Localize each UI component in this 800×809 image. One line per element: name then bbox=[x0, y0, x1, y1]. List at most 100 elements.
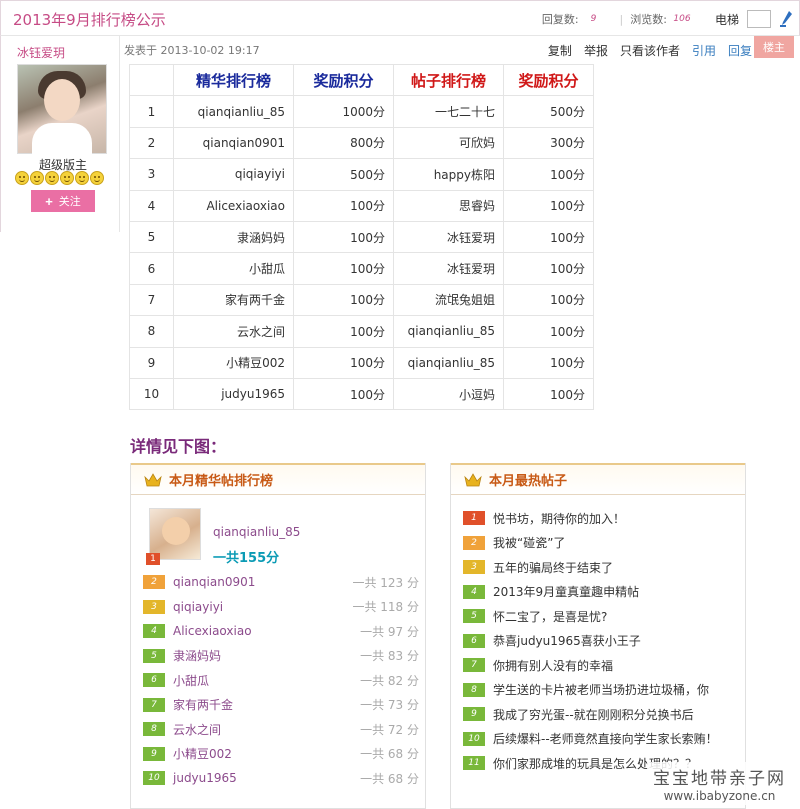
table-cell: 小精豆002 bbox=[173, 346, 294, 379]
table-cell: 800分 bbox=[293, 126, 394, 160]
avatar-face bbox=[162, 517, 190, 545]
rank-badge: 4 bbox=[463, 584, 485, 599]
table-cell: 300分 bbox=[503, 126, 594, 160]
post-link[interactable]: 怀二宝了，是喜是忧? bbox=[493, 608, 607, 625]
list-item: 3 qiqiayiyi 一共 118 分 bbox=[143, 595, 419, 620]
post-link[interactable]: 你拥有别人没有的幸福 bbox=[493, 657, 613, 674]
quote-link[interactable]: 引用 bbox=[692, 42, 716, 59]
elevator-input[interactable] bbox=[747, 10, 771, 28]
list-item: 2 qianqian0901 一共 123 分 bbox=[143, 570, 419, 595]
copy-link[interactable]: 复制 bbox=[548, 42, 572, 59]
rank-badge: 5 bbox=[463, 609, 485, 624]
list-item: 1 悦书坊，期待你的加入！ bbox=[463, 506, 743, 531]
replies-label: 回复数: bbox=[541, 13, 579, 26]
table-cell: 100分 bbox=[503, 346, 594, 379]
post-link[interactable]: 五年的骗局终于结束了 bbox=[493, 559, 613, 576]
list-item: 6 小甜瓜 一共 82 分 bbox=[143, 668, 419, 693]
table-cell: 1 bbox=[129, 95, 174, 128]
rank-badge: 6 bbox=[143, 673, 165, 688]
list-item-name[interactable]: 小精豆002 bbox=[173, 745, 345, 762]
list-item: 9 小精豆002 一共 68 分 bbox=[143, 742, 419, 767]
follow-button[interactable]: + 关注 bbox=[31, 190, 95, 212]
report-link[interactable]: 举报 bbox=[584, 42, 608, 59]
table-cell: 100分 bbox=[503, 252, 594, 285]
table-cell: qianqianliu_85 bbox=[173, 95, 294, 128]
list-item: 7 家有两千金 一共 73 分 bbox=[143, 693, 419, 718]
rank-badge: 8 bbox=[143, 722, 165, 737]
author-name[interactable]: 冰钰爱玥 bbox=[17, 44, 65, 61]
post-date: 发表于 2013-10-02 19:17 bbox=[124, 44, 260, 57]
table-cell: 8 bbox=[129, 315, 174, 348]
table-cell: 冰钰爱玥 bbox=[393, 252, 504, 285]
table-cell: qianqianliu_85 bbox=[393, 346, 504, 379]
post-link[interactable]: 2013年9月童真童趣申精帖 bbox=[493, 583, 639, 600]
post-link[interactable]: 我被“碰瓷”了 bbox=[493, 534, 565, 551]
top-user-avatar[interactable]: 1 bbox=[146, 508, 201, 565]
table-cell: judyu1965 bbox=[173, 377, 294, 411]
ranking-table: 精华排行榜 奖励积分 帖子排行榜 奖励积分 1 qianqianliu_85 1… bbox=[129, 63, 594, 411]
table-cell: 100分 bbox=[503, 283, 594, 317]
rank-badge: 8 bbox=[463, 682, 485, 697]
follow-label: 关注 bbox=[58, 196, 81, 208]
list-item-name[interactable]: qiqiayiyi bbox=[173, 600, 345, 614]
table-cell: Alicexiaoxiao bbox=[173, 189, 294, 222]
jump-icon[interactable] bbox=[779, 10, 793, 28]
post-link[interactable]: 学生送的卡片被老师当场扔进垃圾桶，你 bbox=[493, 681, 709, 698]
rank-badge: 9 bbox=[143, 746, 165, 761]
top-user-name[interactable]: qianqianliu_85 bbox=[213, 525, 300, 539]
smiley-icon bbox=[60, 171, 74, 185]
table-cell: 7 bbox=[129, 283, 174, 317]
plus-icon: + bbox=[45, 193, 53, 209]
table-cell: 一七二十七 bbox=[393, 95, 504, 128]
list-item-name[interactable]: 小甜瓜 bbox=[173, 672, 345, 689]
table-cell: 1000分 bbox=[293, 95, 394, 128]
post-link[interactable]: 悦书坊，期待你的加入！ bbox=[493, 510, 625, 527]
post-link[interactable]: 我成了穷光蛋--就在刚刚积分兑换书后 bbox=[493, 706, 694, 723]
list-item-score: 一共 68 分 bbox=[360, 771, 419, 786]
post-link[interactable]: 恭喜judyu1965喜获小王子 bbox=[493, 632, 641, 649]
table-cell: 小逗妈 bbox=[393, 377, 504, 411]
table-header-row: 精华排行榜 奖励积分 帖子排行榜 奖励积分 bbox=[129, 63, 594, 97]
table-cell: 100分 bbox=[503, 189, 594, 222]
table-cell: 100分 bbox=[293, 346, 394, 379]
rank-badge: 2 bbox=[143, 575, 165, 590]
featured-ranking-panel: 本月精华帖排行榜 1 qianqianliu_85 一共155分 2 qianq… bbox=[130, 463, 426, 809]
list-item-name[interactable]: Alicexiaoxiao bbox=[173, 624, 345, 638]
crown-icon bbox=[143, 472, 163, 488]
table-header: 奖励积分 bbox=[503, 63, 594, 97]
table-cell: 100分 bbox=[293, 220, 394, 254]
table-row: 4 Alicexiaoxiao 100分 思睿妈 100分 bbox=[129, 189, 594, 222]
rank-badge: 6 bbox=[463, 633, 485, 648]
rank-badge: 3 bbox=[143, 599, 165, 614]
table-row: 2 qianqian0901 800分 可欣妈 300分 bbox=[129, 126, 594, 160]
crown-icon bbox=[463, 472, 483, 488]
watermark: 宝宝地带亲子网 www.ibabyzone.cn bbox=[647, 762, 792, 805]
list-item-name[interactable]: 家有两千金 bbox=[173, 696, 345, 713]
table-row: 6 小甜瓜 100分 冰钰爱玥 100分 bbox=[129, 252, 594, 285]
avatar[interactable] bbox=[17, 64, 107, 155]
table-cell: 100分 bbox=[293, 315, 394, 348]
post-link[interactable]: 后续爆料--老师竟然直接向学生家长索贿！ bbox=[493, 730, 718, 747]
list-item: 4 2013年9月童真童趣申精帖 bbox=[463, 580, 743, 605]
list-item-name[interactable]: 隶涵妈妈 bbox=[173, 647, 345, 664]
smiley-icon bbox=[75, 171, 89, 185]
thread-title: 2013年9月排行榜公示 bbox=[13, 11, 166, 29]
table-cell: 3 bbox=[129, 158, 174, 191]
rank-badge: 5 bbox=[143, 648, 165, 663]
table-cell: 10 bbox=[129, 377, 174, 411]
reply-link[interactable]: 回复 bbox=[728, 42, 752, 59]
table-cell: 100分 bbox=[293, 283, 394, 317]
list-item-name[interactable]: qianqian0901 bbox=[173, 575, 345, 589]
list-item: 10 judyu1965 一共 68 分 bbox=[143, 766, 419, 791]
list-item: 5 隶涵妈妈 一共 83 分 bbox=[143, 644, 419, 669]
rank-badge: 7 bbox=[463, 658, 485, 673]
list-item-name[interactable]: judyu1965 bbox=[173, 771, 345, 785]
list-item-name[interactable]: 云水之间 bbox=[173, 721, 345, 738]
list-item: 6 恭喜judyu1965喜获小王子 bbox=[463, 629, 743, 654]
table-cell: 100分 bbox=[293, 377, 394, 411]
list-item-score: 一共 72 分 bbox=[360, 722, 419, 737]
rank-stars bbox=[15, 171, 104, 185]
rank-badge: 11 bbox=[463, 756, 485, 771]
list-item-score: 一共 82 分 bbox=[360, 673, 419, 688]
author-only-link[interactable]: 只看该作者 bbox=[620, 42, 680, 59]
